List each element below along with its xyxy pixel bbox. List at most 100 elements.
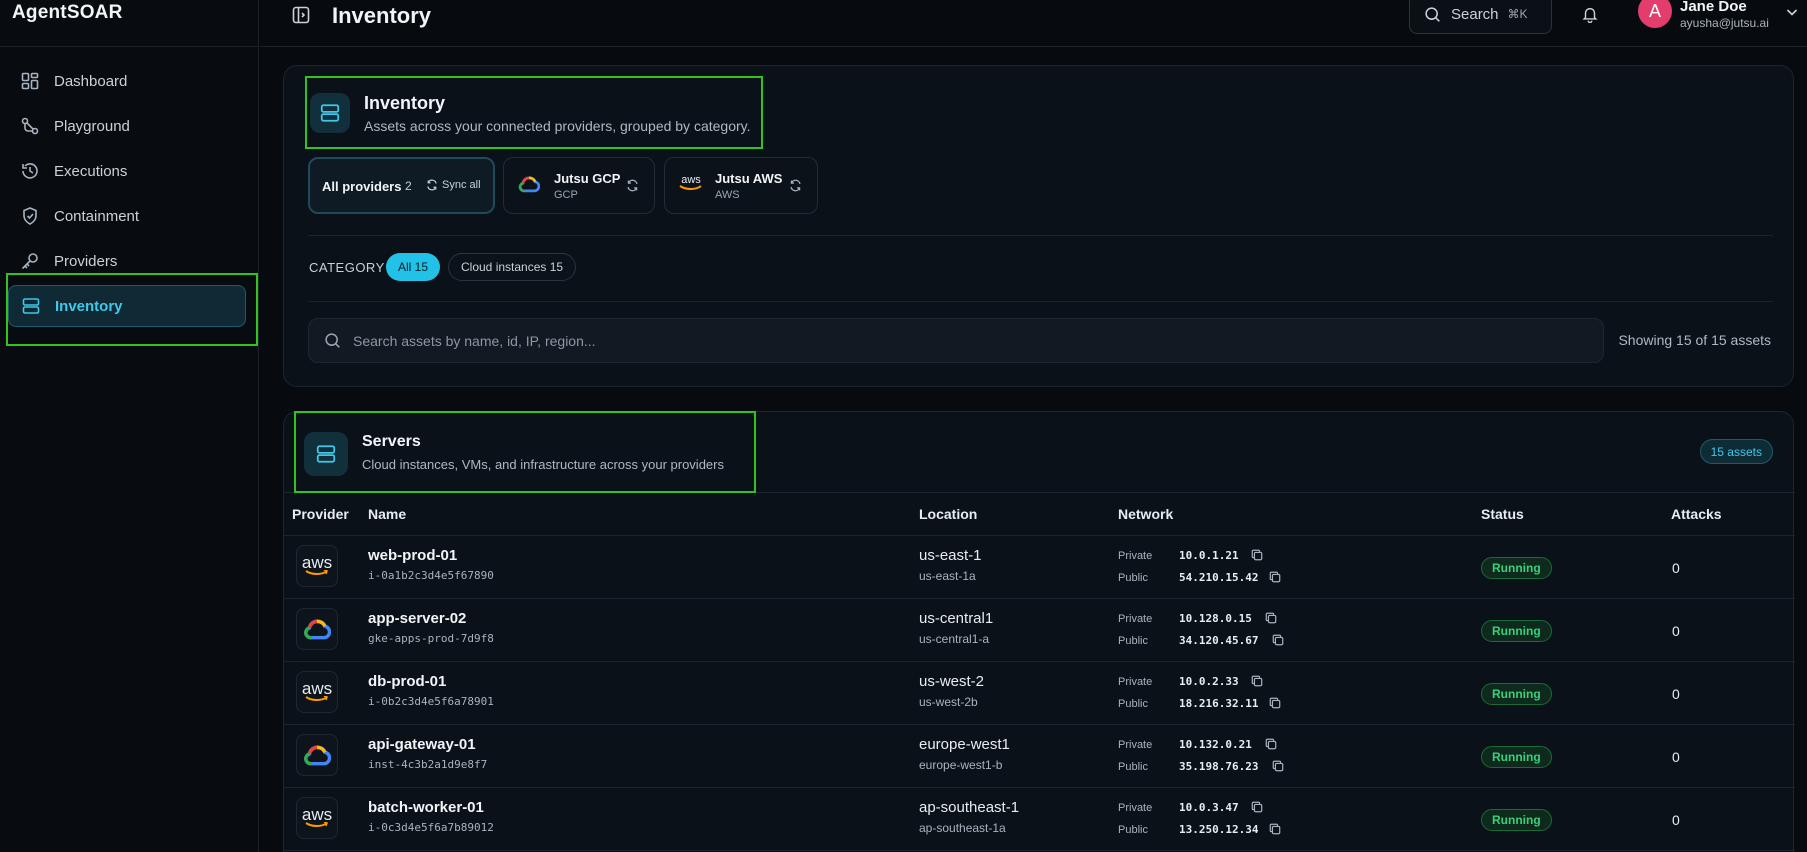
server-icon	[304, 432, 348, 476]
column-header-name[interactable]: Name	[368, 506, 406, 522]
table-row[interactable]: app-server-02 gke-apps-prod-7d9f8 us-cen…	[284, 599, 1795, 662]
top-bar: Inventory Search ⌘K A Jane Doe ayusha@ju…	[260, 0, 1807, 47]
servers-subtitle: Cloud instances, VMs, and infrastructure…	[362, 457, 724, 472]
location-zone: us-west-2b	[919, 695, 978, 709]
copy-icon[interactable]	[1269, 822, 1281, 840]
provider-filter-all[interactable]: All providers 2 Sync all	[308, 157, 495, 214]
private-ip-label: Private	[1118, 739, 1153, 751]
sidebar: AgentSOAR Dashboard Playground Execution…	[0, 0, 259, 852]
user-name[interactable]: Jane Doe	[1680, 0, 1747, 15]
private-ip-label: Private	[1118, 676, 1153, 688]
private-ip-label: Private	[1118, 802, 1153, 814]
provider-type: GCP	[554, 189, 578, 201]
attacks-count: 0	[1672, 623, 1680, 639]
sidebar-item-executions[interactable]: Executions	[8, 150, 246, 192]
public-ip-label: Public	[1118, 572, 1148, 584]
aws-icon: aws	[679, 175, 703, 191]
chevron-down-icon[interactable]	[1784, 4, 1800, 25]
server-name[interactable]: app-server-02	[368, 610, 466, 627]
copy-icon[interactable]	[1272, 759, 1284, 777]
sidebar-item-providers[interactable]: Providers	[8, 240, 246, 282]
server-icon	[310, 93, 350, 133]
attacks-count: 0	[1672, 686, 1680, 702]
divider	[308, 301, 1773, 302]
table-row[interactable]: api-gateway-01 inst-4c3b2a1d9e8f7 europe…	[284, 725, 1795, 788]
table-row[interactable]: aws web-prod-01 i-0a1b2c3d4e5f67890 us-e…	[284, 536, 1795, 599]
servers-title: Servers	[362, 433, 421, 450]
refresh-icon	[427, 179, 437, 191]
sidebar-toggle-icon[interactable]	[292, 6, 310, 24]
sidebar-item-containment[interactable]: Containment	[8, 195, 246, 237]
sidebar-item-playground[interactable]: Playground	[8, 105, 246, 147]
category-chip-cloud-instances[interactable]: Cloud instances 15	[448, 253, 577, 281]
divider	[308, 235, 1773, 236]
column-header-location[interactable]: Location	[919, 506, 977, 522]
copy-icon[interactable]	[1269, 696, 1281, 714]
google-cloud-icon	[518, 175, 541, 198]
sidebar-item-dashboard[interactable]: Dashboard	[8, 60, 246, 102]
provider-filter-aws[interactable]: aws Jutsu AWS AWS	[664, 157, 818, 214]
server-name[interactable]: api-gateway-01	[368, 736, 476, 753]
category-chip-all[interactable]: All 15	[386, 253, 441, 281]
sidebar-item-label: Executions	[54, 162, 128, 180]
table-row[interactable]: aws db-prod-01 i-0b2c3d4e5f6a78901 us-we…	[284, 662, 1795, 725]
server-name[interactable]: db-prod-01	[368, 673, 446, 690]
refresh-icon[interactable]	[626, 179, 639, 197]
google-cloud-icon	[296, 734, 338, 776]
asset-search-placeholder: Search assets by name, id, IP, region...	[353, 332, 596, 349]
column-header-status[interactable]: Status	[1481, 506, 1524, 522]
asset-search-input[interactable]: Search assets by name, id, IP, region...	[308, 318, 1604, 363]
column-header-attacks[interactable]: Attacks	[1671, 506, 1722, 522]
provider-name: Jutsu GCP	[554, 171, 621, 186]
avatar[interactable]: A	[1638, 0, 1672, 28]
aws-icon: aws	[296, 797, 338, 839]
copy-icon[interactable]	[1272, 633, 1284, 651]
bell-icon[interactable]	[1581, 5, 1599, 28]
status-badge: Running	[1481, 746, 1552, 768]
sidebar-item-label: Providers	[54, 252, 118, 270]
copy-icon[interactable]	[1251, 548, 1263, 566]
server-name[interactable]: batch-worker-01	[368, 799, 484, 816]
sync-all-label: Sync all	[442, 179, 481, 191]
shield-icon	[20, 206, 40, 226]
copy-icon[interactable]	[1251, 800, 1263, 818]
copy-icon[interactable]	[1265, 611, 1277, 629]
server-name[interactable]: web-prod-01	[368, 547, 457, 564]
public-ip: 18.216.32.11	[1179, 697, 1259, 710]
location-region: us-west-2	[919, 673, 985, 690]
column-header-provider[interactable]: Provider	[292, 506, 349, 522]
dashboard-icon	[20, 71, 40, 91]
global-search-button[interactable]: Search ⌘K	[1409, 0, 1552, 34]
google-cloud-icon	[296, 608, 338, 650]
sidebar-item-label: Inventory	[55, 297, 123, 315]
refresh-icon[interactable]	[789, 179, 802, 197]
aws-icon: aws	[296, 671, 338, 713]
public-ip: 35.198.76.23	[1179, 760, 1259, 773]
table-row[interactable]: aws batch-worker-01 i-0c3d4e5f6a7b89012 …	[284, 788, 1795, 851]
divider	[0, 46, 259, 47]
sync-all-button[interactable]: Sync all	[426, 179, 481, 191]
column-header-network[interactable]: Network	[1118, 506, 1173, 522]
inventory-subtitle: Assets across your connected providers, …	[364, 118, 751, 134]
status-badge: Running	[1481, 557, 1552, 579]
location-zone: europe-west1-b	[919, 758, 1003, 772]
attacks-count: 0	[1672, 812, 1680, 828]
sidebar-item-label: Dashboard	[54, 72, 128, 90]
instance-id: inst-4c3b2a1d9e8f7	[368, 758, 488, 771]
sidebar-item-label: Playground	[54, 117, 130, 135]
user-email: ayusha@jutsu.ai	[1680, 16, 1769, 30]
location-zone: ap-southeast-1a	[919, 821, 1006, 835]
copy-icon[interactable]	[1251, 674, 1263, 692]
location-region: europe-west1	[919, 736, 1010, 753]
app-brand[interactable]: AgentSOAR	[12, 2, 123, 24]
sidebar-item-inventory[interactable]: Inventory	[8, 285, 246, 327]
inventory-title: Inventory	[364, 93, 446, 113]
public-ip-label: Public	[1118, 635, 1148, 647]
copy-icon[interactable]	[1269, 570, 1281, 588]
provider-filter-label: All providers	[322, 179, 402, 194]
inventory-card: Inventory Assets across your connected p…	[283, 65, 1794, 387]
provider-filter-gcp[interactable]: Jutsu GCP GCP	[503, 157, 655, 214]
location-region: us-central1	[919, 610, 994, 627]
copy-icon[interactable]	[1265, 737, 1277, 755]
public-ip: 34.120.45.67	[1179, 634, 1259, 647]
